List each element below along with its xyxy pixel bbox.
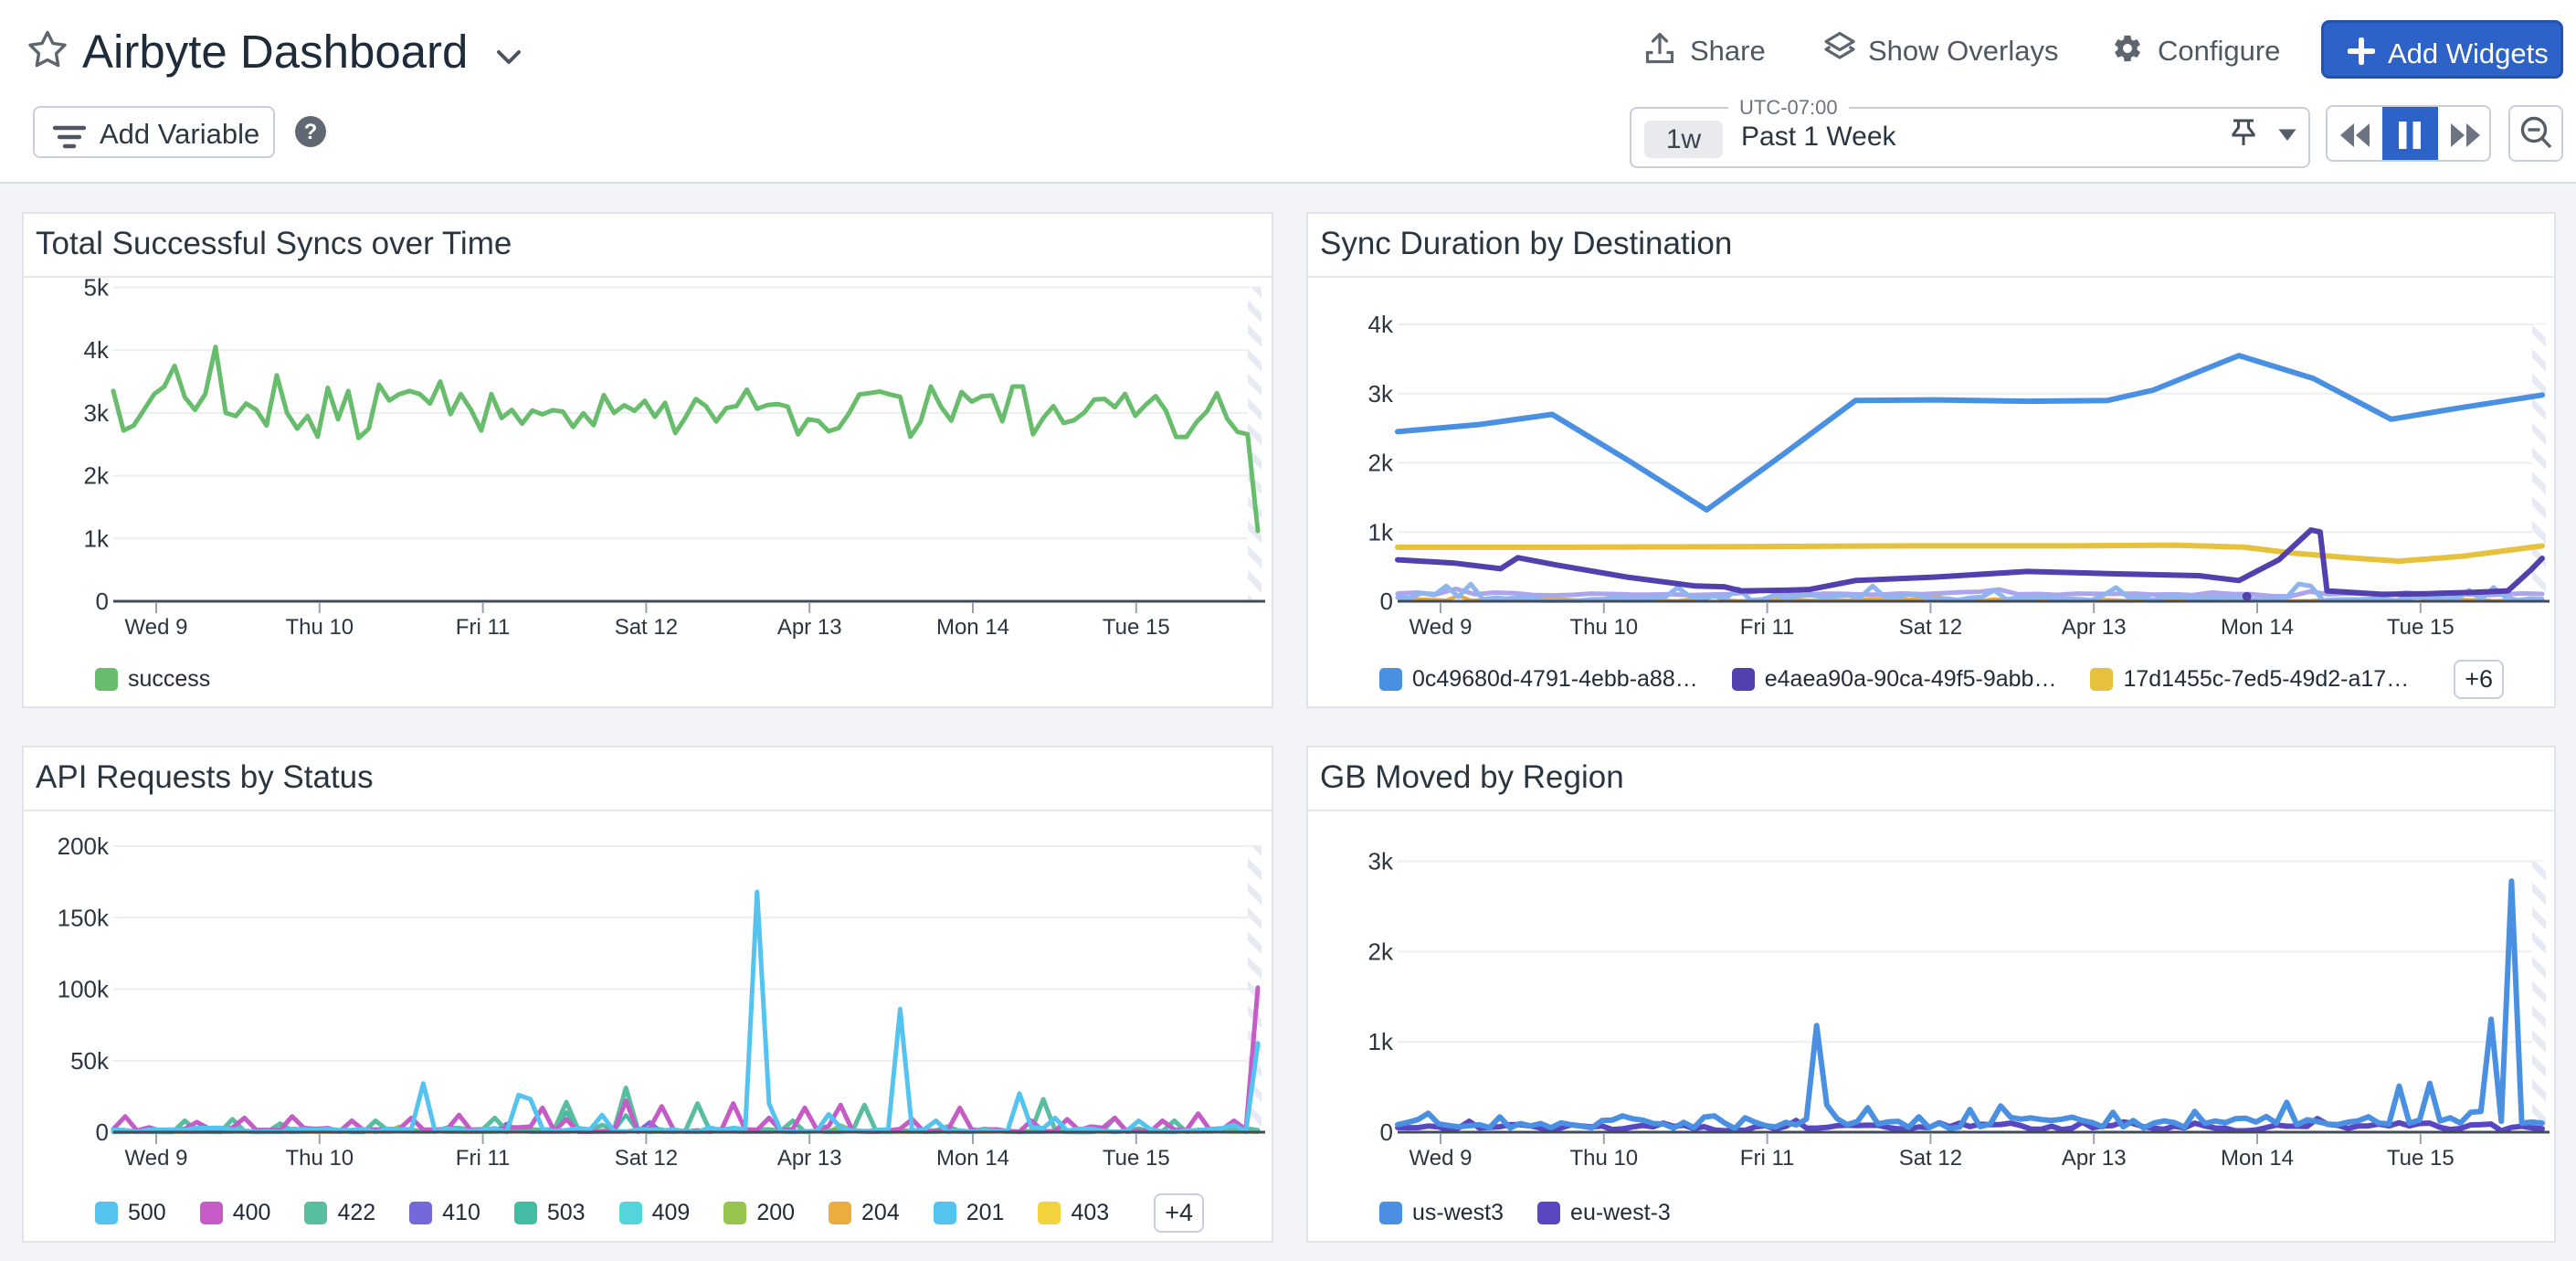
svg-text:150k: 150k: [58, 904, 110, 931]
svg-text:3k: 3k: [84, 399, 110, 427]
svg-text:100k: 100k: [58, 976, 110, 1003]
svg-text:0: 0: [1380, 1118, 1393, 1146]
svg-text:Apr 13: Apr 13: [777, 1146, 842, 1171]
svg-text:Wed 9: Wed 9: [1409, 615, 1473, 640]
svg-text:?: ?: [304, 120, 318, 144]
svg-text:1k: 1k: [1368, 518, 1394, 546]
svg-text:Apr 13: Apr 13: [777, 615, 842, 640]
svg-text:Apr 13: Apr 13: [2062, 615, 2127, 640]
svg-text:2k: 2k: [84, 462, 110, 490]
svg-text:Thu 10: Thu 10: [1569, 615, 1638, 640]
svg-text:Wed 9: Wed 9: [1409, 1146, 1473, 1171]
svg-text:Tue 15: Tue 15: [2387, 615, 2455, 640]
svg-text:Mon 14: Mon 14: [936, 615, 1009, 640]
svg-text:Fri 11: Fri 11: [456, 1146, 511, 1171]
svg-text:1k: 1k: [84, 525, 110, 552]
svg-text:200k: 200k: [58, 832, 110, 860]
svg-text:Tue 15: Tue 15: [2387, 1146, 2455, 1171]
svg-text:4k: 4k: [1368, 311, 1394, 338]
svg-text:0: 0: [1380, 588, 1393, 615]
svg-text:3k: 3k: [1368, 380, 1394, 408]
svg-text:Fri 11: Fri 11: [456, 615, 511, 640]
svg-text:Tue 15: Tue 15: [1103, 615, 1170, 640]
svg-text:Wed 9: Wed 9: [125, 1146, 188, 1171]
svg-text:Fri 11: Fri 11: [1740, 1146, 1795, 1171]
svg-text:Sat 12: Sat 12: [1899, 1146, 1962, 1171]
svg-text:Thu 10: Thu 10: [285, 615, 354, 640]
svg-text:2k: 2k: [1368, 450, 1394, 477]
svg-text:Mon 14: Mon 14: [2221, 1146, 2294, 1171]
svg-text:Fri 11: Fri 11: [1740, 615, 1795, 640]
svg-text:Mon 14: Mon 14: [2221, 615, 2294, 640]
svg-text:5k: 5k: [84, 274, 110, 302]
svg-text:Mon 14: Mon 14: [936, 1146, 1009, 1171]
svg-text:2k: 2k: [1368, 938, 1394, 965]
svg-text:50k: 50k: [70, 1047, 110, 1075]
svg-text:0: 0: [96, 588, 109, 615]
svg-text:Apr 13: Apr 13: [2062, 1146, 2127, 1171]
svg-text:Sat 12: Sat 12: [615, 1146, 678, 1171]
svg-text:0: 0: [96, 1118, 109, 1146]
svg-text:Thu 10: Thu 10: [1569, 1146, 1638, 1171]
svg-text:Thu 10: Thu 10: [285, 1146, 354, 1171]
svg-text:3k: 3k: [1368, 848, 1394, 875]
svg-text:Wed 9: Wed 9: [125, 615, 188, 640]
svg-text:Sat 12: Sat 12: [615, 615, 678, 640]
svg-text:4k: 4k: [84, 336, 110, 364]
svg-text:Sat 12: Sat 12: [1899, 615, 1962, 640]
svg-text:Tue 15: Tue 15: [1103, 1146, 1170, 1171]
svg-text:1k: 1k: [1368, 1028, 1394, 1055]
